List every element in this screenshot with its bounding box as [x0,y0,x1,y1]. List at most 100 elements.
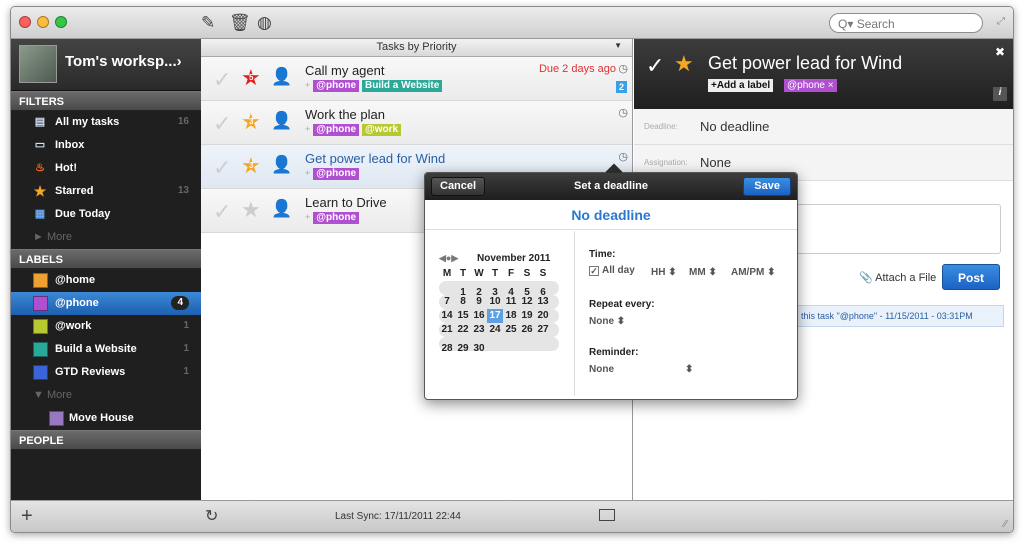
search-input[interactable]: Q▾ Search [829,13,983,33]
clock-icon[interactable]: ◷ [618,106,628,119]
sidebar-item-gtd-reviews[interactable]: GTD Reviews 1 [11,361,201,384]
reminder-select[interactable]: None ⬍ [589,364,693,375]
minimize-window-button[interactable] [37,16,49,28]
day-cell[interactable]: 27 [535,323,551,337]
zoom-window-button[interactable] [55,16,67,28]
priority-star-icon[interactable]: ★ [674,51,694,77]
day-cell[interactable]: 9 [471,295,487,309]
day-cell[interactable] [519,337,535,351]
sidebar-item-move-house[interactable]: Move House [11,407,201,430]
assignee-icon[interactable]: 👤 [271,111,292,131]
tag-badge[interactable]: @phone [313,124,360,136]
workspace-name: Tom's worksp...› [65,53,182,70]
day-cell-today[interactable]: 17 [487,309,503,323]
day-cell[interactable]: 14 [439,309,455,323]
tag-badge[interactable]: @phone [313,212,360,224]
tag-badge[interactable]: Build a Website [362,80,443,92]
day-cell[interactable]: 20 [535,309,551,323]
ampm-select[interactable]: AM/PM ⬍ [731,267,776,278]
assignee-icon[interactable]: 👤 [271,155,292,175]
clock-icon[interactable]: ◷ [618,62,628,75]
sidebar-item-home[interactable]: @home [11,269,201,292]
labels-header: LABELS [11,249,201,269]
day-cell[interactable]: 13 [535,295,551,309]
sidebar-item-inbox[interactable]: ▭ Inbox [11,134,201,157]
day-cell[interactable]: 29 [455,342,471,356]
day-cell[interactable]: 18 [503,309,519,323]
info-icon[interactable]: i [993,87,1007,101]
day-cell[interactable] [487,337,503,351]
minute-select[interactable]: MM ⬍ [689,267,717,278]
complete-check-icon[interactable]: ✓ [213,155,231,181]
add-icon[interactable]: + [21,505,33,528]
tag-badge[interactable]: @work [362,124,402,136]
day-cell[interactable]: 26 [519,323,535,337]
deadline-field[interactable]: Deadline: No deadline [634,109,1013,145]
toggle-panel-icon[interactable] [599,509,615,521]
all-day-checkbox[interactable]: ✓ All day [589,265,635,276]
day-cell[interactable] [535,337,551,351]
day-cell[interactable]: 28 [439,342,455,356]
sidebar-item-hot[interactable]: ♨ Hot! [11,157,201,180]
day-cell[interactable]: 21 [439,323,455,337]
sidebar-item-all-my-tasks[interactable]: ▤ All my tasks 16 [11,111,201,134]
tag-badge[interactable]: @phone [313,168,360,180]
day-cell[interactable]: 19 [519,309,535,323]
calendar-nav-icon[interactable]: ◀●▶ [439,253,458,264]
resize-grip-icon[interactable]: ⁄⁄ [1004,519,1007,530]
complete-check-icon[interactable]: ✓ [646,53,664,79]
complete-check-icon[interactable]: ✓ [213,111,231,137]
sort-dropdown[interactable]: Tasks by Priority ▼ [201,39,632,57]
day-cell[interactable] [503,337,519,351]
new-task-icon[interactable]: ✎ [201,13,215,33]
day-cell[interactable]: 22 [455,323,471,337]
post-button[interactable]: Post [942,264,1000,290]
day-cell[interactable]: 30 [471,342,487,356]
task-row[interactable]: ✓ ★ 3 👤 Work the plan + @phone @work ◷ [201,101,632,145]
day-cell[interactable]: 7 [439,295,455,309]
day-cell[interactable]: 23 [471,323,487,337]
day-cell[interactable]: 12 [519,295,535,309]
workspace-header[interactable]: Tom's worksp...› [11,39,201,91]
complete-check-icon[interactable]: ✓ [213,67,231,93]
day-cell[interactable]: 15 [455,309,471,323]
priority-star-icon[interactable]: ★ 5 [241,65,261,91]
sidebar-item-work[interactable]: @work 1 [11,315,201,338]
day-cell[interactable]: 8 [455,295,471,309]
day-cell[interactable]: 11 [503,295,519,309]
labels-more-toggle[interactable]: ▼ More [11,384,201,407]
no-deadline-button[interactable]: No deadline [425,200,797,230]
assignee-icon[interactable]: 👤 [271,67,292,87]
fullscreen-icon[interactable]: ⤢ [997,16,1005,27]
close-window-button[interactable] [19,16,31,28]
trash-icon[interactable]: 🗑 [229,13,251,33]
sidebar-item-starred[interactable]: ★ Starred 13 [11,180,201,203]
day-cell[interactable]: 25 [503,323,519,337]
priority-star-icon[interactable]: ★ [241,197,261,223]
globe-icon[interactable]: ◍ [257,13,272,33]
add-label-button[interactable]: +Add a label [708,79,774,92]
refresh-icon[interactable]: ↻ [205,506,218,526]
attach-file-button[interactable]: 📎 Attach a File [859,271,936,284]
sidebar-item-phone[interactable]: @phone 4 [11,292,201,315]
day-cell[interactable]: 16 [471,309,487,323]
day-cell[interactable]: 24 [487,323,503,337]
day-cell[interactable]: 10 [487,295,503,309]
assignee-icon[interactable]: 👤 [271,199,292,219]
sidebar-item-due-today[interactable]: ▦ Due Today [11,203,201,226]
detail-title[interactable]: Get power lead for Wind [708,53,902,74]
tag-badge[interactable]: @phone [313,80,360,92]
hour-select[interactable]: HH ⬍ [651,267,677,278]
complete-check-icon[interactable]: ✓ [213,199,231,225]
save-button[interactable]: Save [743,177,791,196]
repeat-select[interactable]: None ⬍ [589,316,625,327]
priority-star-icon[interactable]: ★ 3 [241,153,261,179]
filters-more-toggle[interactable]: ► More [11,226,201,249]
priority-star-icon[interactable]: ★ 3 [241,109,261,135]
sidebar-item-build-a-website[interactable]: Build a Website 1 [11,338,201,361]
close-icon[interactable]: ✖ [995,45,1005,59]
clock-icon[interactable]: ◷ [618,150,628,163]
day-cell[interactable] [439,281,455,295]
task-row[interactable]: ✓ ★ 5 👤 Call my agent + @phone Build a Webs… [201,57,632,101]
tag-badge[interactable]: @phone × [784,79,837,92]
